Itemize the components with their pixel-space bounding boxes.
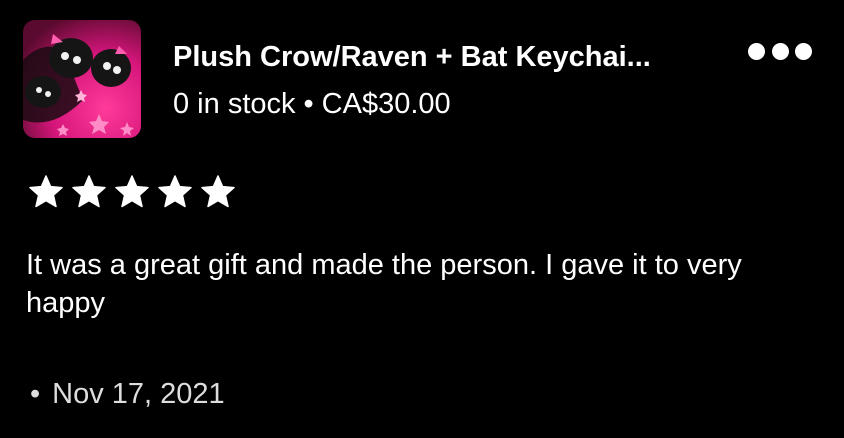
listing-meta: 0 in stock • CA$30.00 [173,86,451,122]
star-icon [71,174,107,210]
product-thumbnail[interactable] [23,20,141,138]
listing-price: CA$30.00 [321,88,451,120]
more-dot-icon [795,42,812,60]
star-icon [114,174,150,210]
star-icon [157,174,193,210]
plush-keychain-photo-icon [23,20,141,138]
review-card: Plush Crow/Raven + Bat Keychai... 0 in s… [0,0,844,438]
meta-separator: • [303,88,314,120]
star-rating [28,174,236,210]
more-options-button[interactable] [746,36,814,66]
more-dot-icon [748,42,765,60]
date-bullet: • [30,378,41,410]
listing-title[interactable]: Plush Crow/Raven + Bat Keychai... [173,38,713,76]
review-date-line: • Nov 17, 2021 [30,376,225,412]
star-icon [200,174,236,210]
stock-status: 0 in stock [173,88,296,120]
review-date: Nov 17, 2021 [52,378,225,410]
more-dot-icon [771,42,789,60]
star-icon [28,174,64,210]
review-text: It was a great gift and made the person.… [26,249,742,319]
